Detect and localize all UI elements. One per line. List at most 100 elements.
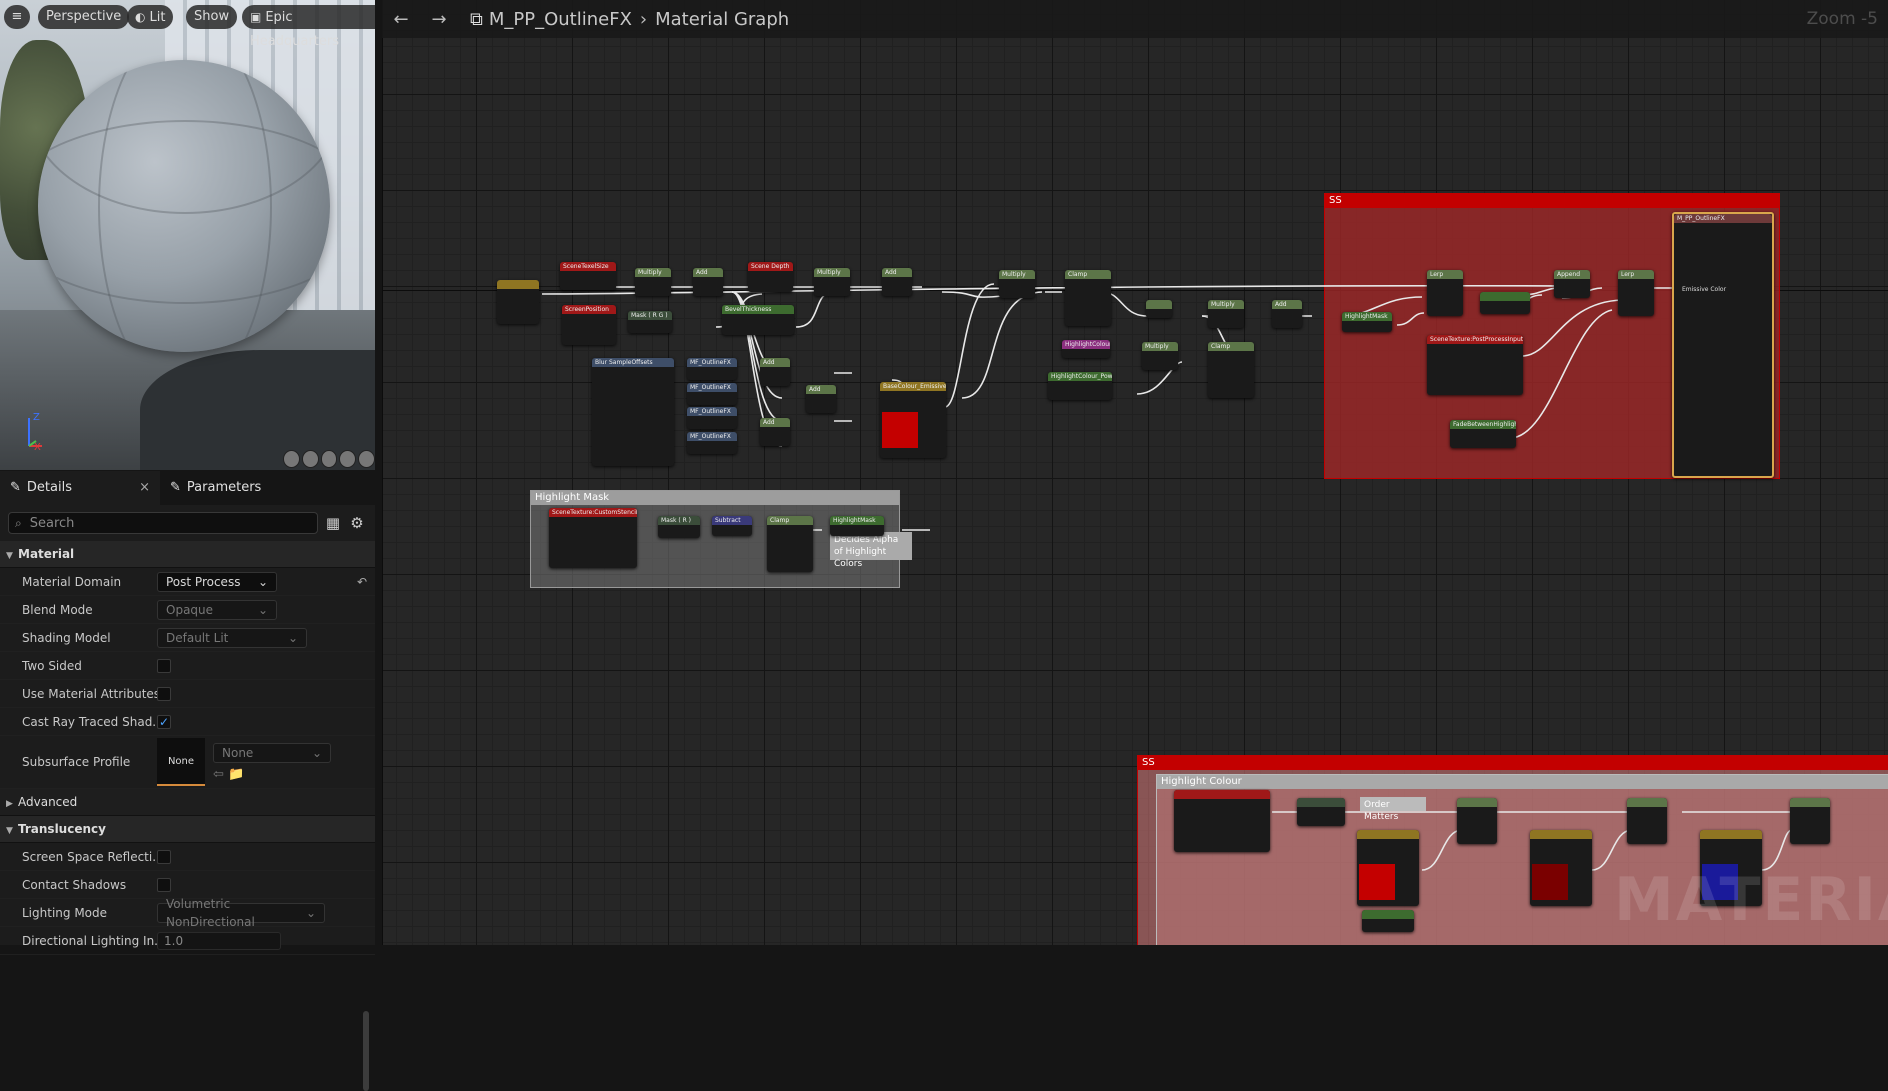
material-domain-dropdown[interactable]: Post Process ⌄ xyxy=(157,571,277,592)
graph-node[interactable]: Lerp xyxy=(1427,270,1463,316)
graph-node[interactable]: SceneTexelSize xyxy=(560,262,616,290)
graph-node[interactable] xyxy=(1174,790,1270,852)
reset-arrow-icon[interactable]: ↶ xyxy=(357,575,367,589)
gear-icon[interactable]: ⚙ xyxy=(348,514,366,532)
graph-node[interactable]: Subtract xyxy=(712,516,752,536)
graph-node[interactable] xyxy=(1627,798,1667,844)
search-placeholder: Search xyxy=(29,515,75,531)
use-material-attributes-checkbox[interactable] xyxy=(157,686,171,701)
show-button[interactable]: Show xyxy=(186,5,238,29)
tab-parameters[interactable]: ✎ Parameters xyxy=(160,471,271,505)
graph-node[interactable]: Scene Depth xyxy=(748,262,793,292)
chevron-down-icon: ▼ xyxy=(6,826,13,836)
graph-node[interactable]: SceneTexture:PostProcessInput0 xyxy=(1427,335,1523,395)
subsurface-thumbnail[interactable]: None xyxy=(157,738,205,786)
prop-label: Lighting Mode xyxy=(22,905,108,920)
viewport-menu-button[interactable]: ≡ xyxy=(4,5,30,29)
graph-node[interactable]: Multiply xyxy=(1208,300,1244,328)
use-selected-icon[interactable]: ⇦ xyxy=(213,767,224,782)
forward-arrow-icon[interactable]: → xyxy=(420,9,458,30)
graph-node[interactable]: SceneTexture:CustomStencil xyxy=(549,508,637,568)
breadcrumb-page: Material Graph xyxy=(655,8,790,30)
graph-node[interactable]: Lerp xyxy=(1618,270,1654,316)
graph-node[interactable] xyxy=(1362,910,1414,932)
details-scrollbar[interactable] xyxy=(363,1011,369,1091)
graph-node[interactable]: BevelThickness xyxy=(722,305,794,335)
graph-node[interactable]: HighlightColour xyxy=(1062,340,1110,358)
blend-mode-dropdown[interactable]: Opaque ⌄ xyxy=(157,599,277,620)
graph-node[interactable]: Blur SampleOffsets xyxy=(592,358,674,466)
graph-node[interactable]: MF_OutlineFX xyxy=(687,383,737,405)
graph-node[interactable]: Add xyxy=(806,385,836,413)
graph-node[interactable]: Mask ( R G ) xyxy=(628,311,672,333)
graph-node[interactable]: Add xyxy=(760,358,790,386)
perspective-button[interactable]: Perspective xyxy=(38,5,130,29)
tab-details-label: Details xyxy=(26,480,72,495)
graph-node[interactable]: Mask ( R ) xyxy=(658,516,700,538)
graph-node[interactable]: Multiply xyxy=(635,268,671,296)
graph-node[interactable]: Add xyxy=(882,268,912,296)
graph-node[interactable]: Clamp xyxy=(1065,270,1111,326)
graph-node[interactable]: BaseColour_Emissive xyxy=(880,382,946,458)
lighting-mode-dropdown[interactable]: Volumetric NonDirectional ⌄ xyxy=(157,897,325,929)
graph-node[interactable] xyxy=(1357,830,1419,906)
graph-node[interactable]: Add xyxy=(693,268,723,296)
close-icon[interactable]: × xyxy=(139,471,150,505)
output-node[interactable]: M_PP_OutlineFX Emissive Color xyxy=(1672,212,1774,478)
graph-node[interactable]: Multiply xyxy=(814,268,850,296)
directional-lighting-input[interactable]: 1.0 xyxy=(157,931,281,950)
category-translucency[interactable]: ▼ Translucency xyxy=(0,816,375,843)
prop-directional-lighting: Directional Lighting In... 1.0 xyxy=(0,927,375,955)
preview-shape-buttons[interactable] xyxy=(283,450,375,468)
preview-level-button[interactable]: ▣ Epic Headquarters xyxy=(242,5,375,49)
graph-node[interactable]: Multiply xyxy=(1142,342,1178,370)
graph-node[interactable]: Clamp xyxy=(767,516,813,572)
search-input[interactable]: ⌕ Search xyxy=(8,512,318,534)
graph-node[interactable]: FadeBetweenHighlight xyxy=(1450,420,1516,448)
graph-node[interactable]: Clamp xyxy=(1208,342,1254,398)
graph-node[interactable]: Multiply xyxy=(999,270,1035,298)
subsurface-dropdown[interactable]: None ⌄ xyxy=(213,742,331,763)
preview-plane-icon[interactable] xyxy=(320,450,338,468)
graph-node[interactable]: MF_OutlineFX xyxy=(687,407,737,429)
ssr-checkbox[interactable] xyxy=(157,849,171,864)
graph-node[interactable] xyxy=(1530,830,1592,906)
contact-shadows-checkbox[interactable] xyxy=(157,877,171,892)
graph-node[interactable] xyxy=(1297,798,1345,826)
preview-sphere-icon[interactable] xyxy=(301,450,319,468)
graph-node[interactable]: MF_OutlineFX xyxy=(687,432,737,454)
graph-node[interactable] xyxy=(497,280,539,324)
two-sided-checkbox[interactable] xyxy=(157,658,171,673)
browse-icon[interactable]: 📁 xyxy=(228,767,244,782)
prop-label: Two Sided xyxy=(22,658,82,673)
graph-node[interactable]: HighlightColour_Power xyxy=(1048,372,1112,400)
material-watermark: MATERIAL xyxy=(1614,865,1888,935)
breadcrumb-asset[interactable]: M_PP_OutlineFX xyxy=(489,9,632,30)
cast-ray-traced-checkbox[interactable]: ✓ xyxy=(157,714,171,729)
graph-node[interactable] xyxy=(1146,300,1172,318)
tab-details[interactable]: ✎ Details × xyxy=(0,471,160,505)
graph-node[interactable]: HighlightMask xyxy=(1342,312,1392,332)
back-arrow-icon[interactable]: ← xyxy=(382,9,420,30)
graph-node[interactable]: Add xyxy=(760,418,790,446)
graph-node[interactable]: Add xyxy=(1272,300,1302,328)
category-material[interactable]: ▼ Material xyxy=(0,541,375,568)
table-view-icon[interactable]: ▦ xyxy=(324,514,342,532)
graph-node[interactable] xyxy=(1790,798,1830,844)
material-preview-viewport[interactable]: ≡ Perspective ◐ Lit Show ▣ Epic Headquarte… xyxy=(0,0,375,470)
chevron-down-icon: ⌄ xyxy=(287,630,298,645)
graph-node[interactable]: HighlightMask xyxy=(830,516,884,536)
preview-cube-icon[interactable] xyxy=(339,450,357,468)
preview-mesh-icon[interactable] xyxy=(358,450,375,468)
graph-node[interactable]: ScreenPosition xyxy=(562,305,616,345)
graph-node[interactable]: MF_OutlineFX xyxy=(687,358,737,380)
material-graph-canvas[interactable]: SS Highlight Mask SS Highlight Colour De… xyxy=(382,0,1888,945)
lit-button[interactable]: ◐ Lit xyxy=(127,5,174,29)
preview-cylinder-icon[interactable] xyxy=(283,450,300,468)
graph-node[interactable]: Append xyxy=(1554,270,1590,298)
shading-model-dropdown[interactable]: Default Lit ⌄ xyxy=(157,627,307,648)
graph-node[interactable] xyxy=(1480,292,1530,314)
details-icon: ✎ xyxy=(10,480,21,495)
graph-node[interactable] xyxy=(1457,798,1497,844)
category-advanced[interactable]: ▶ Advanced xyxy=(0,789,375,816)
